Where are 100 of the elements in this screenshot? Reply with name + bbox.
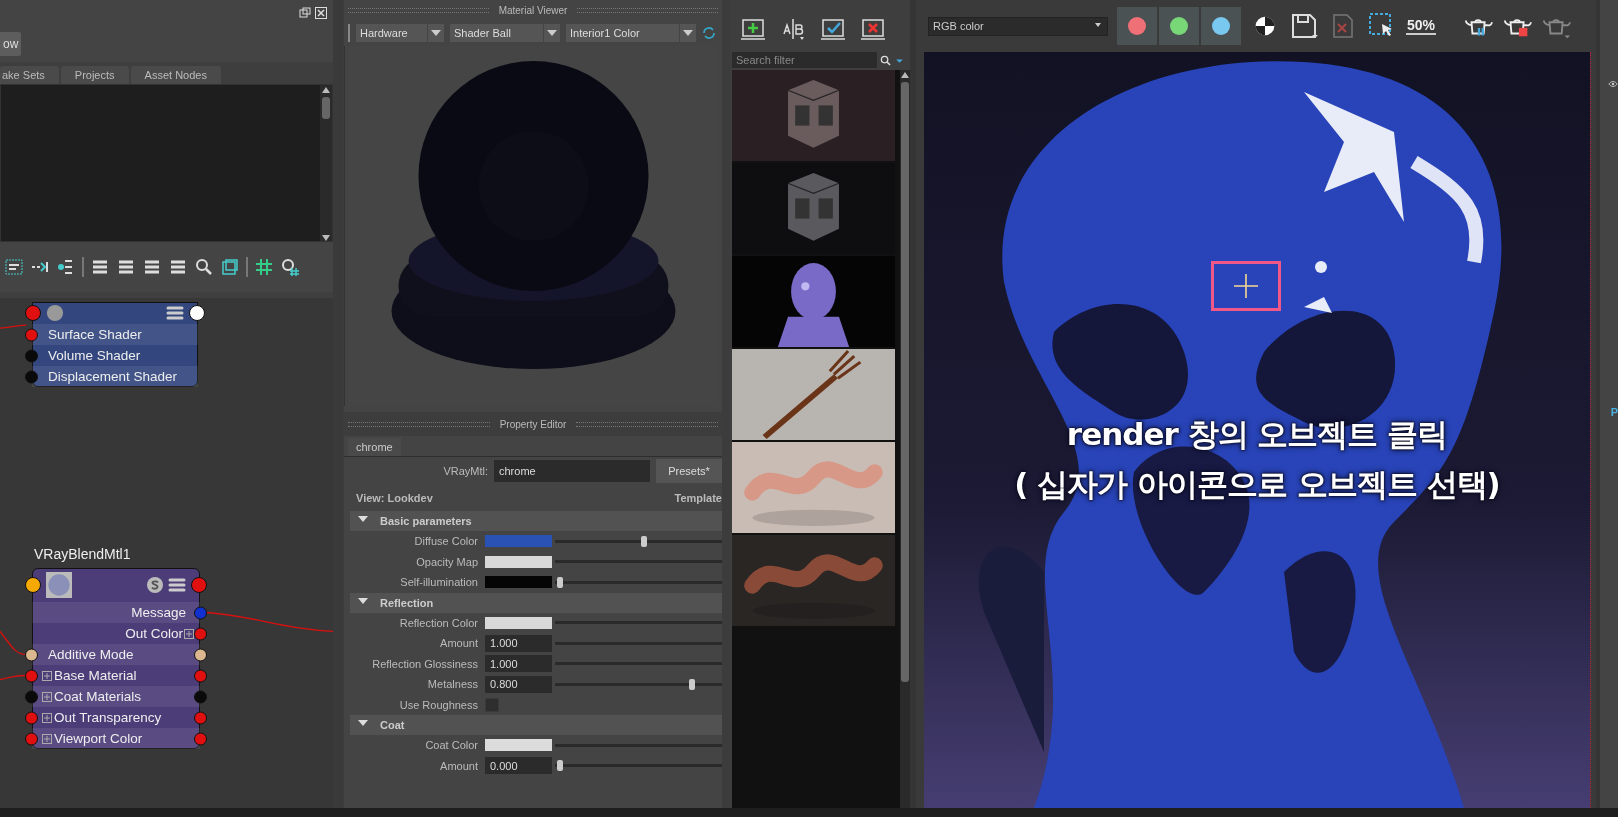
editor-tab[interactable]: chrome	[348, 438, 401, 456]
attribute-label: Reflection Glossiness	[371, 657, 479, 670]
panel-label: P	[1610, 406, 1618, 418]
channel-button[interactable]	[1201, 7, 1241, 45]
attribute-label: Coat Color	[424, 739, 479, 752]
channel-button[interactable]	[1117, 7, 1157, 45]
material-swatch-icon	[46, 572, 72, 598]
search-icon[interactable]	[880, 54, 891, 66]
channel-button[interactable]	[1159, 7, 1199, 45]
panel-tab[interactable]: Asset Nodes	[130, 66, 221, 84]
section-header[interactable]: Reflection	[350, 592, 722, 613]
shader-node[interactable]	[32, 568, 200, 749]
close-icon[interactable]	[315, 7, 327, 19]
scroll-down-icon[interactable]	[322, 235, 330, 241]
port-dot[interactable]	[25, 305, 41, 321]
frame-icon[interactable]	[220, 257, 240, 277]
slider-thumb[interactable]	[557, 760, 563, 772]
scrollbar[interactable]	[320, 85, 332, 241]
slider-thumb[interactable]	[640, 535, 647, 547]
dropdown[interactable]: Interior1 Color	[566, 24, 696, 42]
solo-icon[interactable]	[146, 576, 164, 594]
number-field[interactable]: 1.000	[485, 634, 552, 652]
dropdown[interactable]: Hardware	[356, 24, 444, 42]
node-title: VRayBlendMtl1	[33, 546, 132, 562]
attribute-label: Metalness	[426, 678, 479, 691]
attribute-label: Coat Materials	[54, 689, 142, 704]
caption-text: render 창의 오브젝트 클릭	[1066, 415, 1448, 454]
field-label: VRayMtl:	[443, 465, 488, 477]
search-field[interactable]: Search filter	[732, 52, 877, 68]
attribute-label: Self-illumination	[399, 576, 479, 589]
attribute-label: Viewport Color	[54, 731, 143, 746]
expand-icon[interactable]	[184, 628, 194, 639]
number-field[interactable]: 0.800	[485, 675, 552, 693]
panel-title: Material Viewer	[498, 4, 568, 16]
panel-tab[interactable]: ake Sets	[0, 66, 59, 84]
panel-tab[interactable]: Projects	[60, 66, 129, 84]
attribute-label: Surface Shader	[48, 327, 142, 342]
attribute-label: Diffuse Color	[413, 535, 479, 548]
color-swatch[interactable]	[485, 576, 552, 589]
menu-icon[interactable]	[166, 304, 184, 322]
channel-dropdown[interactable]: RGB color	[928, 16, 1108, 36]
color-swatch[interactable]	[485, 616, 552, 629]
expand-icon[interactable]	[42, 733, 52, 744]
connection-wire	[0, 630, 26, 656]
menu-icon[interactable]	[168, 576, 186, 594]
scroll-thumb[interactable]	[322, 97, 330, 119]
delete-icon[interactable]	[860, 18, 886, 42]
layout-icon[interactable]	[4, 257, 24, 277]
restore-icon[interactable]	[299, 7, 311, 19]
number-field[interactable]: 1.000	[485, 655, 552, 673]
attribute-label: Message	[131, 605, 186, 620]
scroll-thumb[interactable]	[901, 82, 909, 682]
template-label: Template	[674, 492, 722, 504]
expand-icon[interactable]	[42, 670, 52, 681]
selection-crosshair-icon	[1211, 261, 1281, 311]
attribute-label: Amount	[439, 637, 479, 650]
connection-wire	[0, 674, 26, 681]
add-icon[interactable]	[740, 18, 766, 42]
panel-title: Property Editor	[499, 418, 567, 430]
eye-icon[interactable]	[1608, 80, 1618, 88]
expand-icon[interactable]	[42, 712, 52, 723]
attribute-label: Amount	[439, 759, 479, 772]
port-dot[interactable]	[25, 577, 41, 593]
shader-node[interactable]	[32, 302, 198, 387]
refresh-icon[interactable]	[702, 26, 716, 40]
expand-icon[interactable]	[42, 691, 52, 702]
name-field[interactable]: chrome	[494, 460, 650, 482]
attribute-label: Out Transparency	[54, 710, 162, 725]
shading-group-icon	[46, 304, 64, 322]
dropdown[interactable]: Shader Ball	[450, 24, 560, 42]
slider-thumb[interactable]	[688, 678, 695, 690]
scroll-up-icon[interactable]	[322, 87, 330, 93]
window-button[interactable]: ow	[0, 32, 22, 56]
snap-grid-icon[interactable]	[280, 257, 300, 277]
checkmark-icon[interactable]	[820, 18, 846, 42]
presets-button[interactable]: Presets*	[656, 459, 722, 483]
color-swatch[interactable]	[485, 739, 552, 752]
port-dot[interactable]	[191, 577, 207, 593]
attribute-label: Additive Mode	[48, 647, 134, 662]
search-icon[interactable]	[194, 257, 214, 277]
attribute-label: Displacement Shader	[48, 369, 178, 384]
connection-wire	[0, 324, 27, 329]
number-field[interactable]: 0.000	[485, 757, 552, 775]
attribute-label: Opacity Map	[415, 555, 479, 568]
compare-icon[interactable]	[780, 18, 806, 42]
color-swatch[interactable]	[485, 555, 552, 568]
attribute-label: Reflection Color	[398, 616, 479, 629]
color-swatch[interactable]	[485, 535, 552, 548]
attribute-label: Use Roughness	[398, 698, 479, 711]
slider-thumb[interactable]	[557, 576, 563, 588]
scroll-up-icon[interactable]	[901, 72, 909, 78]
save-icon[interactable]	[1289, 12, 1319, 40]
view-label: View: Lookdev	[356, 492, 433, 504]
port-dot[interactable]	[189, 305, 205, 321]
attribute-label: Base Material	[54, 668, 137, 683]
attribute-label: Out Color	[125, 626, 183, 641]
section-header[interactable]: Coat	[350, 715, 722, 735]
grid-icon[interactable]	[254, 257, 274, 277]
zoom-level[interactable]: 50%	[1406, 17, 1437, 35]
section-header[interactable]: Basic parameters	[350, 511, 722, 531]
